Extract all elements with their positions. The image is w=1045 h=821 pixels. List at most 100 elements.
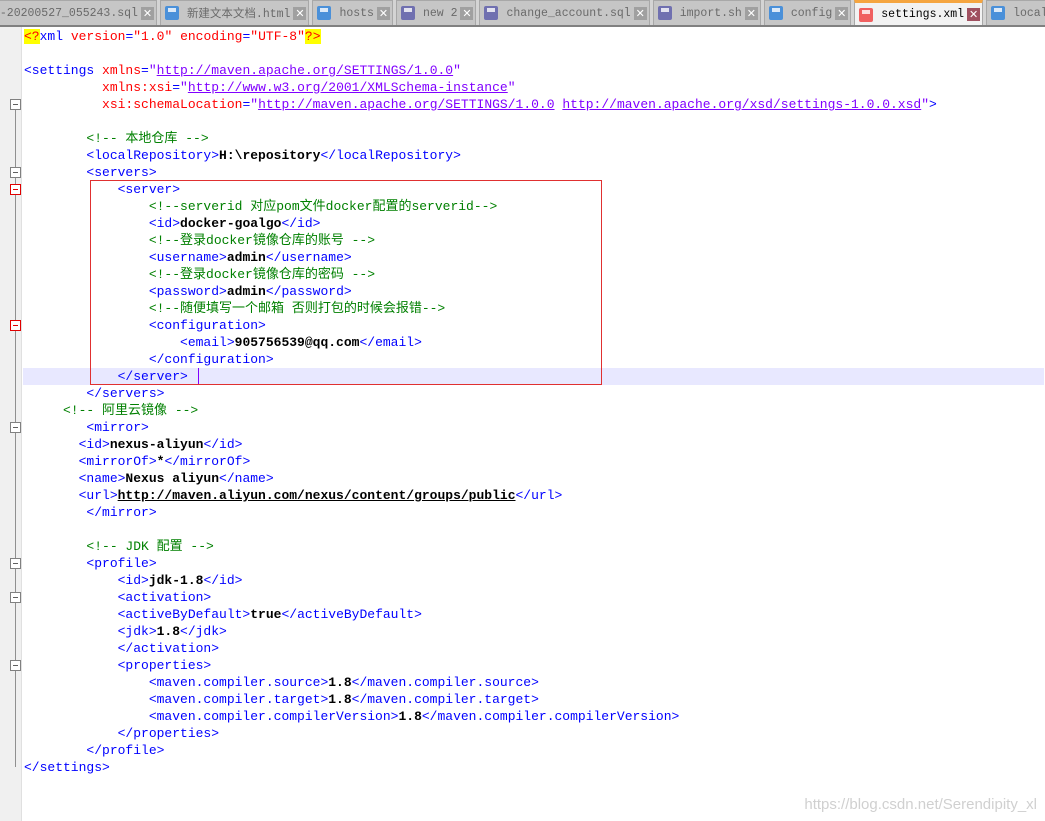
- code-line: </server>: [23, 368, 1044, 385]
- tab-label: new 2: [422, 6, 458, 20]
- token-tag: </settings>: [24, 760, 110, 775]
- code-line: </servers>: [24, 385, 1045, 402]
- fold-gutter: [0, 27, 22, 821]
- token-val: ": [180, 80, 188, 95]
- token-tag: </email>: [359, 335, 422, 350]
- token-tag: <id>: [24, 437, 110, 452]
- token-txt: 1.8: [156, 624, 181, 639]
- code-line: <url>http://maven.aliyun.com/nexus/conte…: [24, 487, 1045, 504]
- tab-label: import.sh: [679, 6, 742, 20]
- token-tag: </maven.compiler.compilerVersion>: [421, 709, 680, 724]
- token-tag: </id>: [203, 573, 243, 588]
- fold-toggle-icon[interactable]: [10, 99, 21, 110]
- code-line: <configuration>: [24, 317, 1045, 334]
- token-txt: 905756539@qq.com: [234, 335, 360, 350]
- code-line: <servers>: [24, 164, 1045, 181]
- watermark: https://blog.csdn.net/Serendipity_xl: [804, 796, 1037, 813]
- fold-toggle-icon[interactable]: [10, 592, 21, 603]
- token-tag: </server>: [24, 369, 188, 384]
- token-url: http://www.w3.org/2001/XMLSchema-instanc…: [187, 80, 508, 95]
- close-icon[interactable]: ✕: [967, 8, 981, 21]
- code-line: <settings xmlns="http://maven.apache.org…: [24, 62, 1045, 79]
- token-tag: <email>: [24, 335, 235, 350]
- tab-hosts[interactable]: hosts ✕: [312, 0, 393, 25]
- tab-settings-xml[interactable]: settings.xml ✕: [854, 0, 984, 25]
- save-status-icon: [317, 6, 332, 20]
- fold-toggle-icon[interactable]: [10, 167, 21, 178]
- token-tag: <mirror>: [24, 420, 149, 435]
- token-tag: <properties>: [24, 658, 212, 673]
- save-status-icon: [657, 6, 672, 20]
- fold-toggle-icon[interactable]: [10, 660, 21, 671]
- token-tag: </maven.compiler.target>: [351, 692, 539, 707]
- token-tag: [24, 97, 102, 112]
- close-icon[interactable]: ✕: [140, 6, 154, 20]
- token-tag: =: [141, 63, 149, 78]
- token-tag: </properties>: [24, 726, 220, 741]
- fold-toggle-icon[interactable]: [10, 558, 21, 569]
- code-line: <id>jdk-1.8</id>: [24, 572, 1045, 589]
- token-txt: 1.8: [398, 709, 422, 724]
- token-cmt: <!--serverid 对应pom文件docker配置的serverid-->: [24, 199, 498, 214]
- token-tag: </url>: [515, 488, 563, 503]
- code-line: </configuration>: [24, 351, 1045, 368]
- code-line: <!--登录docker镜像仓库的账号 -->: [24, 232, 1045, 249]
- token-pi: <?: [24, 29, 40, 44]
- code-line: <activeByDefault>true</activeByDefault>: [24, 606, 1045, 623]
- token-tag: <username>: [24, 250, 227, 265]
- token-txt: 1.8: [328, 692, 352, 707]
- token-txt: nexus-aliyun: [109, 437, 204, 452]
- code-line: xsi:schemaLocation="http://maven.apache.…: [24, 96, 1045, 113]
- tab-config[interactable]: config ✕: [763, 0, 852, 25]
- code-line: </activation>: [24, 640, 1045, 657]
- token-tag: <jdk>: [24, 624, 157, 639]
- tab-local-properties[interactable]: local.properties✕: [986, 0, 1045, 25]
- code-line: <!-- 本地仓库 -->: [24, 130, 1045, 147]
- save-status-icon: [768, 6, 783, 20]
- close-icon[interactable]: ✕: [460, 6, 474, 20]
- token-tag: <name>: [24, 471, 126, 486]
- token-tag: <server>: [24, 182, 181, 197]
- editor-text-area[interactable]: <?xml version="1.0" encoding="UTF-8"?> <…: [23, 28, 1045, 776]
- token-tag: <configuration>: [24, 318, 266, 333]
- code-line: <server>: [24, 181, 1045, 198]
- close-icon[interactable]: ✕: [633, 6, 647, 20]
- token-tag: <id>: [24, 573, 149, 588]
- code-line: </properties>: [24, 725, 1045, 742]
- fold-toggle-icon[interactable]: [10, 184, 21, 195]
- save-status-icon: [164, 6, 179, 20]
- close-icon[interactable]: ✕: [744, 6, 758, 20]
- token-cmt: <!--登录docker镜像仓库的账号 -->: [24, 233, 376, 248]
- code-line: <!-- 阿里云镜像 -->: [24, 402, 1045, 419]
- close-icon[interactable]: ✕: [835, 6, 849, 20]
- token-attr: xsi:schemaLocation: [102, 97, 243, 112]
- tab-import-sh[interactable]: import.sh ✕: [652, 0, 761, 25]
- tab-n-20200527-055243-sql[interactable]: n-20200527_055243.sql ✕: [0, 0, 157, 25]
- token-txt: admin: [226, 250, 266, 265]
- tab--html[interactable]: 新建文本文档.html ✕: [159, 0, 310, 25]
- token-attr: "1.0": [133, 29, 181, 44]
- token-attr: xmlns:xsi: [102, 80, 173, 95]
- token-tag: </mirror>: [24, 505, 157, 520]
- close-icon[interactable]: ✕: [376, 6, 390, 20]
- token-attr: "UTF-8": [250, 29, 305, 44]
- code-line: <properties>: [24, 657, 1045, 674]
- tab-label: settings.xml: [881, 8, 965, 21]
- token-tag: <activeByDefault>: [24, 607, 251, 622]
- code-line: <!--登录docker镜像仓库的密码 -->: [24, 266, 1045, 283]
- tab-new-2[interactable]: new 2 ✕: [395, 0, 477, 25]
- token-pi: ?>: [304, 29, 321, 44]
- tab-change-account-sql[interactable]: change_account.sql ✕: [479, 0, 650, 25]
- token-tag: <password>: [24, 284, 227, 299]
- token-tag: <activation>: [24, 590, 212, 605]
- token-tag: <maven.compiler.target>: [24, 692, 329, 707]
- token-url: http://maven.apache.org/SETTINGS/1.0.0: [258, 97, 555, 112]
- close-icon[interactable]: ✕: [293, 6, 307, 20]
- token-txturl: http://maven.aliyun.com/nexus/content/gr…: [117, 488, 516, 503]
- save-status-icon: [859, 7, 874, 22]
- token-tag: </maven.compiler.source>: [351, 675, 539, 690]
- fold-toggle-icon[interactable]: [10, 422, 21, 433]
- token-txt: H:\repository: [219, 148, 321, 163]
- fold-toggle-icon[interactable]: [10, 320, 21, 331]
